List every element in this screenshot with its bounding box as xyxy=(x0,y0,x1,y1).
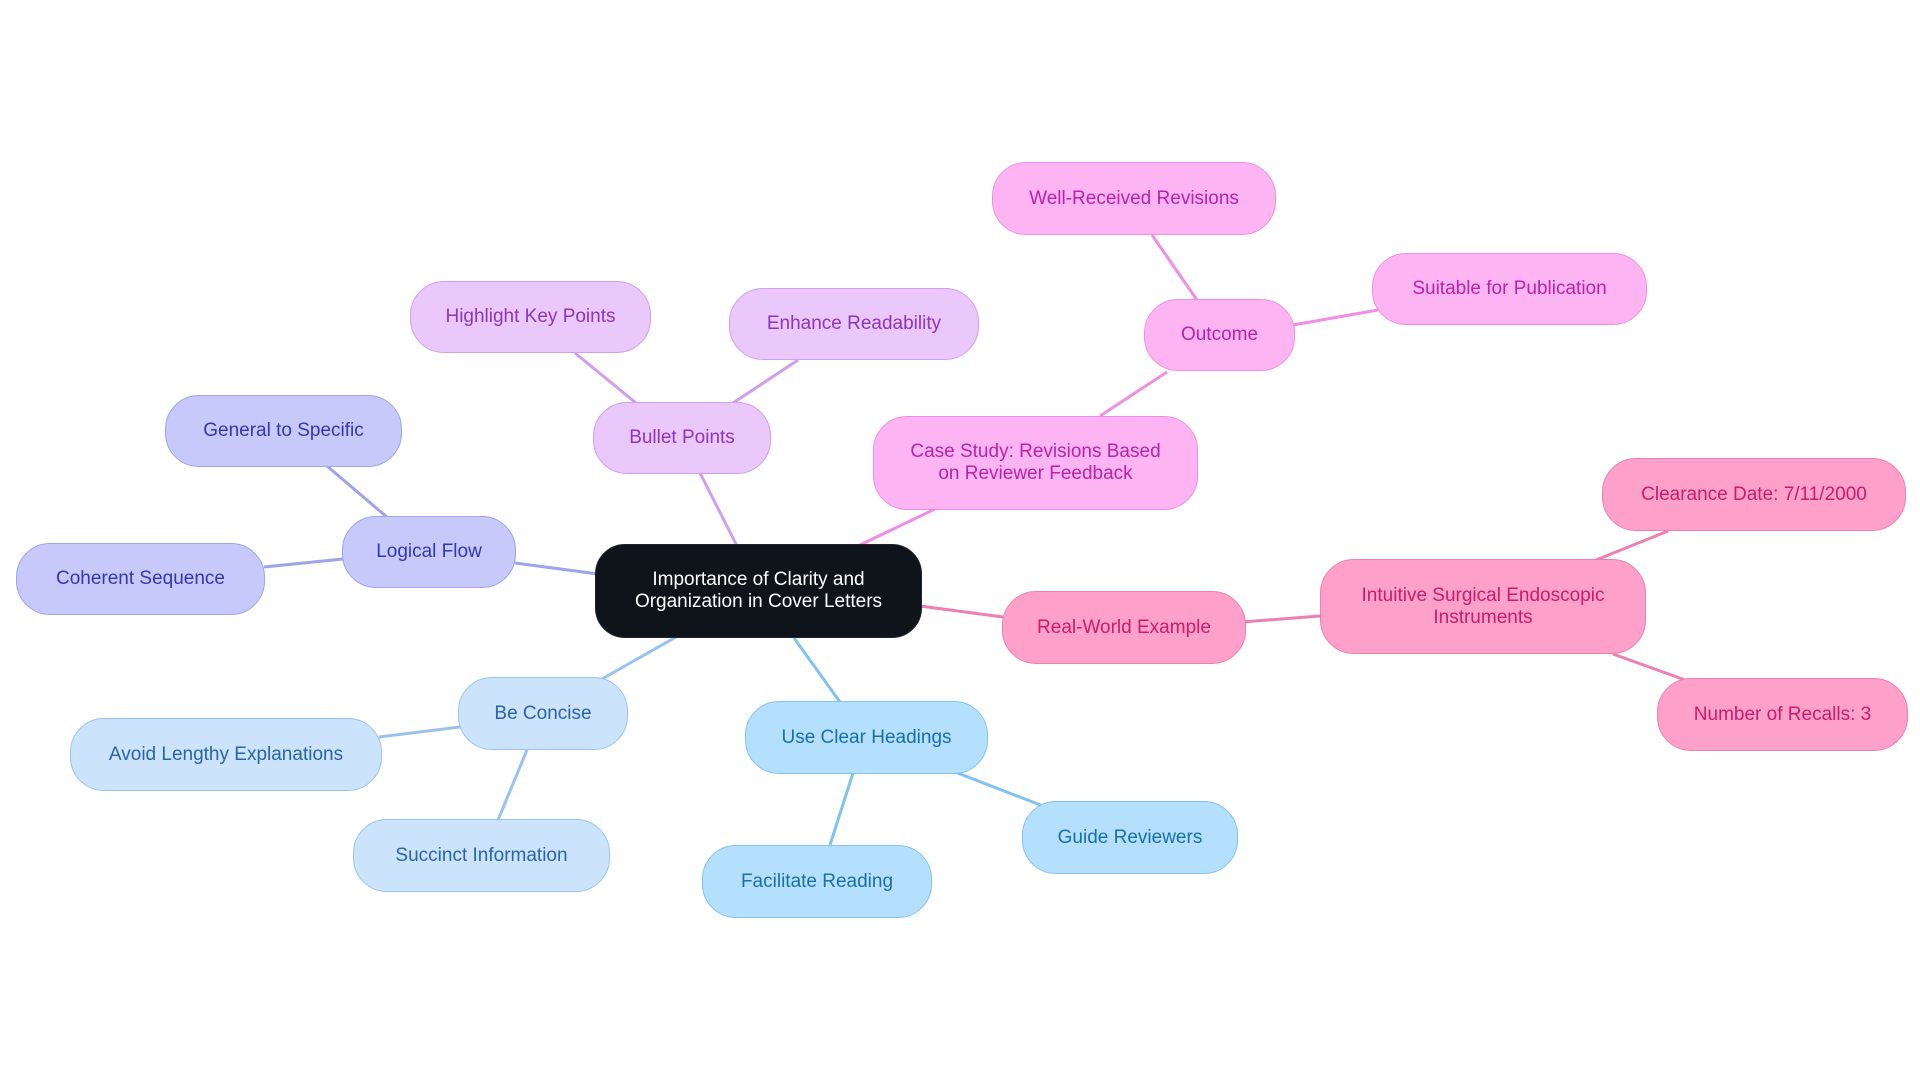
edge-be-concise-succinct xyxy=(496,749,529,821)
node-case-study[interactable]: Case Study: Revisions Based on Reviewer … xyxy=(873,416,1198,510)
intuitive-label-line2: Instruments xyxy=(1433,606,1533,628)
edge-root-case-study xyxy=(859,507,936,547)
node-label: Avoid Lengthy Explanations xyxy=(108,743,344,765)
node-label: Well-Received Revisions xyxy=(1029,187,1239,209)
node-label: Real-World Example xyxy=(1037,616,1211,638)
node-outcome[interactable]: Outcome xyxy=(1144,299,1295,371)
node-label: Use Clear Headings xyxy=(781,726,952,748)
edge-headings-facilitate-reading xyxy=(828,772,855,846)
node-enhance-readability[interactable]: Enhance Readability xyxy=(729,288,979,360)
node-facilitate-reading[interactable]: Facilitate Reading xyxy=(702,845,932,918)
edge-bullet-points-highlight-key-points xyxy=(574,351,637,405)
edge-intuitive-recalls xyxy=(1612,652,1689,683)
edge-real-world-intuitive xyxy=(1241,614,1321,624)
node-number-of-recalls[interactable]: Number of Recalls: 3 xyxy=(1657,678,1908,751)
node-label: Facilitate Reading xyxy=(740,870,894,892)
node-clearance-date[interactable]: Clearance Date: 7/11/2000 xyxy=(1602,458,1906,531)
node-label: Number of Recalls: 3 xyxy=(1693,703,1872,725)
edge-case-study-outcome xyxy=(1099,370,1168,418)
node-bullet-points[interactable]: Bullet Points xyxy=(593,402,771,474)
edge-intuitive-clearance xyxy=(1595,529,1669,562)
mindmap-edges xyxy=(263,234,1689,846)
node-label: Highlight Key Points xyxy=(445,306,616,327)
node-succinct-information[interactable]: Succinct Information xyxy=(353,819,610,892)
node-be-concise[interactable]: Be Concise xyxy=(458,677,628,750)
case-study-label-line2: on Reviewer Feedback xyxy=(938,463,1133,484)
node-label: Guide Reviewers xyxy=(1057,826,1203,848)
node-avoid-lengthy-explanations[interactable]: Avoid Lengthy Explanations xyxy=(70,718,382,791)
case-study-label-line1: Case Study: Revisions Based xyxy=(910,441,1161,462)
node-label: Bullet Points xyxy=(629,427,735,448)
edge-logical-flow-general-to-specific xyxy=(326,464,389,520)
edge-be-concise-avoid-lengthy xyxy=(378,725,461,739)
node-label: Logical Flow xyxy=(376,541,482,562)
root-label-line1: Importance of Clarity and xyxy=(652,569,865,590)
node-real-world-example[interactable]: Real-World Example xyxy=(1002,591,1246,664)
node-intuitive-surgical[interactable]: Intuitive Surgical Endoscopic Instrument… xyxy=(1320,559,1646,654)
edge-root-real-world-example xyxy=(919,604,1004,619)
node-coherent-sequence[interactable]: Coherent Sequence xyxy=(16,543,265,615)
edge-bullet-points-enhance-readability xyxy=(732,358,799,405)
node-label: Coherent Sequence xyxy=(55,568,225,589)
node-logical-flow[interactable]: Logical Flow xyxy=(342,516,516,588)
node-label: Succinct Information xyxy=(395,844,568,866)
root-label-line2: Organization in Cover Letters xyxy=(634,591,883,612)
node-use-clear-headings[interactable]: Use Clear Headings xyxy=(745,701,988,774)
edge-root-be-concise xyxy=(601,635,677,681)
edge-outcome-well-received xyxy=(1150,234,1199,301)
node-label: Suitable for Publication xyxy=(1412,278,1607,299)
node-guide-reviewers[interactable]: Guide Reviewers xyxy=(1022,801,1238,874)
edge-headings-guide-reviewers xyxy=(954,770,1044,808)
node-general-to-specific[interactable]: General to Specific xyxy=(165,395,402,467)
node-well-received-revisions[interactable]: Well-Received Revisions xyxy=(992,162,1276,235)
node-label: Be Concise xyxy=(494,702,592,724)
node-label: General to Specific xyxy=(203,420,364,441)
edge-logical-flow-coherent-sequence xyxy=(263,557,344,569)
node-highlight-key-points[interactable]: Highlight Key Points xyxy=(410,281,651,353)
edge-outcome-suitable xyxy=(1292,308,1379,327)
node-label: Outcome xyxy=(1180,324,1259,345)
edge-root-logical-flow xyxy=(514,561,599,576)
edge-root-bullet-points xyxy=(698,472,740,549)
edge-root-use-clear-headings xyxy=(792,637,842,703)
node-label: Enhance Readability xyxy=(766,313,942,334)
node-suitable-for-publication[interactable]: Suitable for Publication xyxy=(1372,253,1647,325)
node-label: Clearance Date: 7/11/2000 xyxy=(1641,483,1867,505)
root-node[interactable]: Importance of Clarity and Organization i… xyxy=(595,544,922,638)
intuitive-label-line1: Intuitive Surgical Endoscopic xyxy=(1361,584,1605,606)
